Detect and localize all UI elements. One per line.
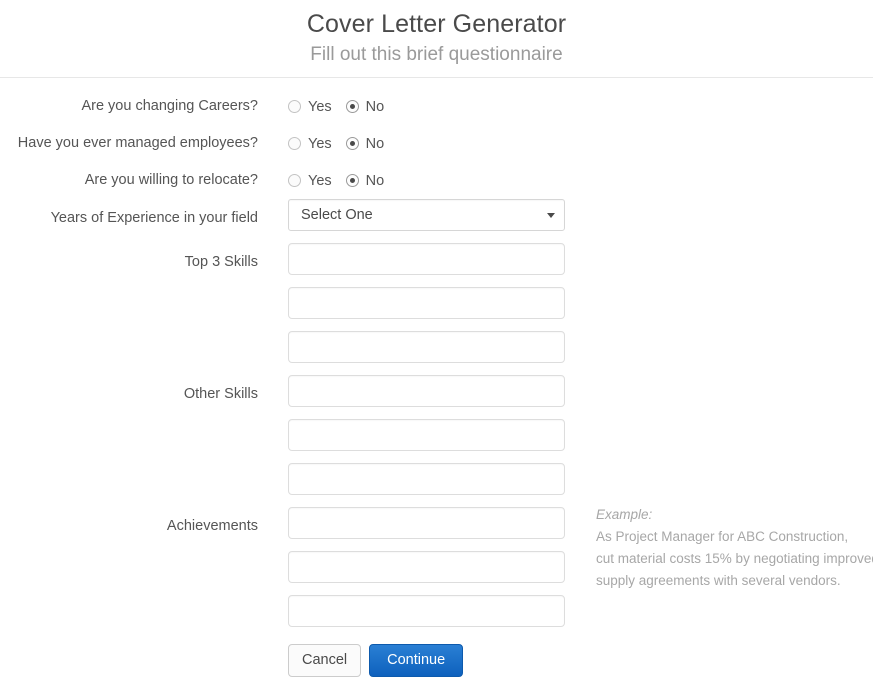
radio-label: Yes xyxy=(308,135,332,152)
form-actions: Cancel Continue xyxy=(0,644,873,688)
radio-changing-careers-no[interactable]: No xyxy=(345,98,385,116)
example-hint: Example: As Project Manager for ABC Cons… xyxy=(596,504,873,592)
achievement-input-3[interactable] xyxy=(288,595,565,627)
form-row-achievements-3 xyxy=(0,595,873,639)
form-row-other-skills-3 xyxy=(0,463,873,507)
radio-willing-to-relocate-yes[interactable]: Yes xyxy=(288,172,332,190)
example-line-1: As Project Manager for ABC Construction, xyxy=(596,529,849,544)
radio-willing-to-relocate-no[interactable]: No xyxy=(345,172,385,190)
label-years-of-experience: Years of Experience in your field xyxy=(50,210,258,226)
radio-label: No xyxy=(365,135,385,152)
questionnaire-form: Are you changing Careers? Yes No Have yo… xyxy=(0,78,873,688)
years-of-experience-select[interactable]: Select One xyxy=(288,199,565,231)
form-row-changing-careers: Are you changing Careers? Yes No xyxy=(0,88,873,125)
radio-changing-careers-yes[interactable]: Yes xyxy=(288,98,332,116)
other-skill-input-3[interactable] xyxy=(288,463,565,495)
radio-icon-selected[interactable] xyxy=(345,174,359,187)
page-header: Cover Letter Generator Fill out this bri… xyxy=(0,0,873,78)
radio-icon-selected[interactable] xyxy=(345,137,359,150)
form-row-other-skills-2 xyxy=(0,419,873,463)
form-row-top-skills-3 xyxy=(0,331,873,375)
radio-group-managed-employees: Yes No xyxy=(288,125,398,162)
chevron-down-icon[interactable] xyxy=(547,213,555,218)
example-line-3: supply agreements with several vendors. xyxy=(596,573,841,588)
form-row-top-skills-2 xyxy=(0,287,873,331)
label-top-skills: Top 3 Skills xyxy=(184,254,258,270)
radio-managed-employees-yes[interactable]: Yes xyxy=(288,135,332,153)
form-row-years-of-experience: Years of Experience in your field Select… xyxy=(0,199,873,243)
page-subtitle: Fill out this brief questionnaire xyxy=(310,44,563,65)
top-skill-input-2[interactable] xyxy=(288,287,565,319)
radio-group-changing-careers: Yes No xyxy=(288,88,398,125)
top-skill-input-1[interactable] xyxy=(288,243,565,275)
radio-managed-employees-no[interactable]: No xyxy=(345,135,385,153)
form-row-managed-employees: Have you ever managed employees? Yes No xyxy=(0,125,873,162)
top-skill-input-3[interactable] xyxy=(288,331,565,363)
label-other-skills: Other Skills xyxy=(183,386,258,402)
form-row-top-skills-1: Top 3 Skills xyxy=(0,243,873,287)
achievement-input-2[interactable] xyxy=(288,551,565,583)
radio-label: No xyxy=(365,98,385,115)
label-willing-to-relocate: Are you willing to relocate? xyxy=(84,172,258,188)
cancel-button[interactable]: Cancel xyxy=(288,644,362,677)
achievement-input-1[interactable] xyxy=(288,507,565,539)
radio-icon-unselected[interactable] xyxy=(288,174,301,187)
radio-label: Yes xyxy=(308,172,332,189)
page-title: Cover Letter Generator xyxy=(306,10,567,38)
other-skill-input-2[interactable] xyxy=(288,419,565,451)
select-value: Select One xyxy=(301,207,373,223)
radio-icon-unselected[interactable] xyxy=(288,100,301,113)
other-skill-input-1[interactable] xyxy=(288,375,565,407)
form-row-willing-to-relocate: Are you willing to relocate? Yes No xyxy=(0,162,873,199)
example-title: Example: xyxy=(596,507,653,522)
form-row-other-skills-1: Other Skills xyxy=(0,375,873,419)
radio-group-willing-to-relocate: Yes No xyxy=(288,162,398,199)
example-line-2: cut material costs 15% by negotiating im… xyxy=(596,551,873,566)
label-achievements: Achievements xyxy=(166,518,258,534)
radio-icon-unselected[interactable] xyxy=(288,137,301,150)
radio-label: Yes xyxy=(308,98,332,115)
radio-icon-selected[interactable] xyxy=(345,100,359,113)
label-managed-employees: Have you ever managed employees? xyxy=(17,135,258,151)
continue-button[interactable]: Continue xyxy=(369,644,464,677)
radio-label: No xyxy=(365,172,385,189)
label-changing-careers: Are you changing Careers? xyxy=(81,98,258,114)
